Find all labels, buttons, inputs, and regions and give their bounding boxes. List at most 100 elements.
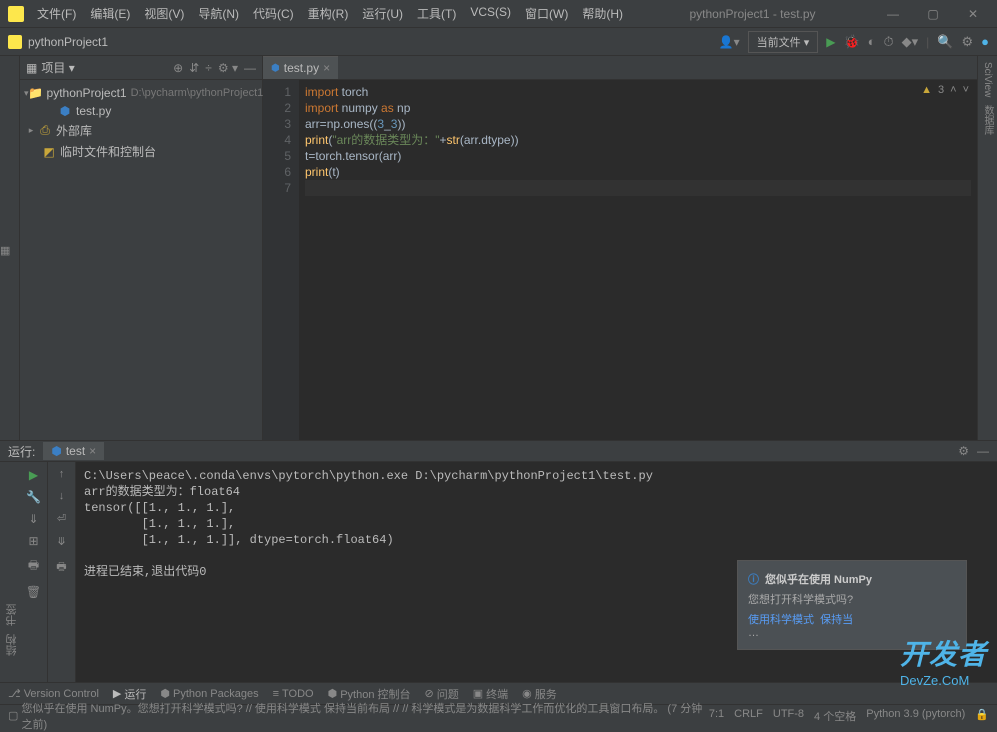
menu-edit[interactable]: 编辑(E) bbox=[85, 3, 135, 24]
inspections[interactable]: ▲3 ˄ ˅ bbox=[921, 84, 969, 96]
concurrent-button[interactable]: ◆▾ bbox=[902, 34, 919, 50]
run-button[interactable]: ▶ bbox=[826, 35, 835, 49]
select-opened-icon[interactable]: ⊕ bbox=[173, 61, 183, 75]
layout-button[interactable]: ⇓ bbox=[28, 512, 38, 526]
clear-button[interactable]: 🖶 bbox=[56, 558, 66, 577]
print-button[interactable]: 🖶 bbox=[28, 556, 39, 577]
interpreter[interactable]: Python 3.9 (pytorch) bbox=[866, 708, 965, 724]
close-icon[interactable]: × bbox=[89, 444, 96, 458]
info-icon: ⓘ bbox=[748, 571, 759, 587]
menu-file[interactable]: 文件(F) bbox=[32, 3, 81, 24]
python-icon: ⬢ bbox=[271, 63, 280, 74]
python-file-icon: ⬢ bbox=[58, 104, 72, 118]
debug-button[interactable]: 🐞 bbox=[843, 34, 859, 50]
menubar: 文件(F) 编辑(E) 视图(V) 导航(N) 代码(C) 重构(R) 运行(U… bbox=[32, 3, 628, 24]
minimize-button[interactable]: — bbox=[877, 7, 909, 21]
tree-scratch[interactable]: ◩ 临时文件和控制台 bbox=[24, 141, 258, 162]
delete-button[interactable]: 🗑 bbox=[26, 585, 41, 599]
project-tool-tab[interactable]: ▦ bbox=[0, 244, 10, 257]
tree-root[interactable]: ▾ 📁 pythonProject1 D:\pycharm\pythonProj… bbox=[24, 84, 258, 102]
menu-window[interactable]: 窗口(W) bbox=[520, 3, 573, 24]
right-tool-strip: SciView 数据库 bbox=[977, 56, 997, 440]
up-button[interactable]: ↑ bbox=[59, 468, 65, 480]
notification-popup[interactable]: ⓘ您似乎在使用 NumPy 您想打开科学模式吗? 使用科学模式 保持当 … bbox=[737, 560, 967, 650]
folder-icon: 📁 bbox=[29, 86, 43, 100]
console-settings-icon[interactable]: ⚙ bbox=[958, 444, 969, 458]
menu-code[interactable]: 代码(C) bbox=[248, 3, 299, 24]
down-button[interactable]: ↓ bbox=[59, 490, 65, 502]
console-label: 运行: bbox=[8, 443, 35, 460]
keep-layout-link[interactable]: 保持当 bbox=[820, 614, 853, 626]
caret-position[interactable]: 7:1 bbox=[709, 708, 724, 724]
stop-button[interactable]: 🔧 bbox=[26, 490, 41, 504]
titlebar: 文件(F) 编辑(E) 视图(V) 导航(N) 代码(C) 重构(R) 运行(U… bbox=[0, 0, 997, 28]
coverage-button[interactable]: ◐ bbox=[868, 34, 876, 49]
status-message: 您似乎在使用 NumPy。您想打开科学模式吗? // 使用科学模式 保持当前布局… bbox=[21, 700, 708, 732]
console-header: 运行: ⬢ test × ⚙ — bbox=[0, 440, 997, 462]
menu-refactor[interactable]: 重构(R) bbox=[303, 3, 354, 24]
window-title: pythonProject1 - test.py bbox=[628, 7, 877, 21]
statusbar: ▢ 您似乎在使用 NumPy。您想打开科学模式吗? // 使用科学模式 保持当前… bbox=[0, 704, 997, 726]
menu-run[interactable]: 运行(U) bbox=[357, 3, 408, 24]
menu-vcs[interactable]: VCS(S) bbox=[465, 3, 516, 24]
maximize-button[interactable]: ▢ bbox=[917, 7, 949, 21]
navbar: pythonProject1 👤▾ 当前文件 ▾ ▶ 🐞 ◐ ⏱ ◆▾ | 🔍 … bbox=[0, 28, 997, 56]
project-panel: ▦ 项目 ▾ ⊕ ⇵ ÷ ⚙ ▾ — ▾ 📁 pythonProject1 D:… bbox=[20, 56, 263, 440]
run-config-dropdown[interactable]: 当前文件 ▾ bbox=[748, 31, 819, 53]
console-toolbar-2: ↑ ↓ ⏎ ⤋ 🖶 bbox=[48, 462, 76, 682]
structure-tab[interactable]: 结构 bbox=[0, 634, 20, 656]
warning-icon: ▲ bbox=[921, 84, 932, 96]
tab-todo[interactable]: ≡ TODO bbox=[273, 688, 314, 700]
menu-view[interactable]: 视图(V) bbox=[139, 3, 189, 24]
use-sci-link[interactable]: 使用科学模式 bbox=[748, 614, 814, 626]
tab-vcs[interactable]: ⎇ Version Control bbox=[8, 687, 99, 700]
learn-button[interactable]: ● bbox=[981, 34, 989, 49]
nav-right: 👤▾ 当前文件 ▾ ▶ 🐞 ◐ ⏱ ◆▾ | 🔍 ⚙ ● bbox=[719, 31, 989, 53]
tab-packages[interactable]: ⬢ Python Packages bbox=[160, 687, 258, 700]
collapse-all-icon[interactable]: ÷ bbox=[205, 61, 212, 75]
project-tree: ▾ 📁 pythonProject1 D:\pycharm\pythonProj… bbox=[20, 80, 262, 166]
editor-tab[interactable]: ⬢ test.py × bbox=[263, 56, 338, 79]
lock-icon[interactable]: 🔒 bbox=[975, 708, 989, 724]
project-title: 项目 ▾ bbox=[41, 59, 173, 76]
pin-button[interactable]: ⊞ bbox=[28, 534, 38, 548]
line-sep[interactable]: CRLF bbox=[734, 708, 763, 724]
user-icon[interactable]: 👤▾ bbox=[719, 35, 740, 49]
chevron-down-icon[interactable]: ˅ bbox=[963, 84, 969, 96]
menu-tools[interactable]: 工具(T) bbox=[412, 3, 461, 24]
breadcrumb[interactable]: pythonProject1 bbox=[28, 35, 719, 49]
close-button[interactable]: ✕ bbox=[957, 7, 989, 21]
code[interactable]: import torchimport numpy as nparr=np.one… bbox=[299, 80, 977, 440]
tree-external[interactable]: ▸ ⎙ 外部库 bbox=[24, 120, 258, 141]
editor[interactable]: 1234567 import torchimport numpy as npar… bbox=[263, 80, 977, 440]
search-button[interactable]: 🔍 bbox=[937, 34, 953, 50]
close-tab-icon[interactable]: × bbox=[323, 61, 330, 75]
rerun-button[interactable]: ▶ bbox=[29, 468, 38, 482]
indent[interactable]: 4 个空格 bbox=[814, 708, 856, 724]
left-tool-strip: ▦ bbox=[0, 56, 20, 440]
database-tab[interactable]: 数据库 bbox=[980, 105, 995, 135]
wrap-button[interactable]: ⏎ bbox=[57, 512, 66, 525]
main-area: ▦ ▦ 项目 ▾ ⊕ ⇵ ÷ ⚙ ▾ — ▾ 📁 pythonProject1 … bbox=[0, 56, 997, 440]
menu-navigate[interactable]: 导航(N) bbox=[193, 3, 244, 24]
menu-help[interactable]: 帮助(H) bbox=[577, 3, 628, 24]
tree-file[interactable]: ⬢ test.py bbox=[24, 102, 258, 120]
python-icon: ⬢ bbox=[51, 444, 61, 458]
window-controls: — ▢ ✕ bbox=[877, 7, 989, 21]
scroll-button[interactable]: ⤋ bbox=[57, 535, 66, 548]
profiler-button[interactable]: ⏱ bbox=[884, 34, 894, 50]
expand-all-icon[interactable]: ⇵ bbox=[189, 61, 199, 75]
encoding[interactable]: UTF-8 bbox=[773, 708, 804, 724]
hide-icon[interactable]: — bbox=[244, 61, 256, 75]
status-icon[interactable]: ▢ bbox=[8, 709, 18, 722]
sciview-tab[interactable]: SciView bbox=[982, 62, 993, 97]
settings-button[interactable]: ⚙ bbox=[961, 34, 973, 50]
chevron-up-icon[interactable]: ˄ bbox=[950, 84, 956, 96]
editor-tabs: ⬢ test.py × bbox=[263, 56, 977, 80]
console-hide-icon[interactable]: — bbox=[977, 444, 989, 458]
settings-icon[interactable]: ⚙ ▾ bbox=[218, 61, 238, 75]
console-tab[interactable]: ⬢ test × bbox=[43, 442, 104, 460]
scratch-icon: ◩ bbox=[42, 145, 56, 159]
editor-area: ⬢ test.py × 1234567 import torchimport n… bbox=[263, 56, 977, 440]
bookmarks-tab[interactable]: 书签 bbox=[0, 604, 20, 626]
